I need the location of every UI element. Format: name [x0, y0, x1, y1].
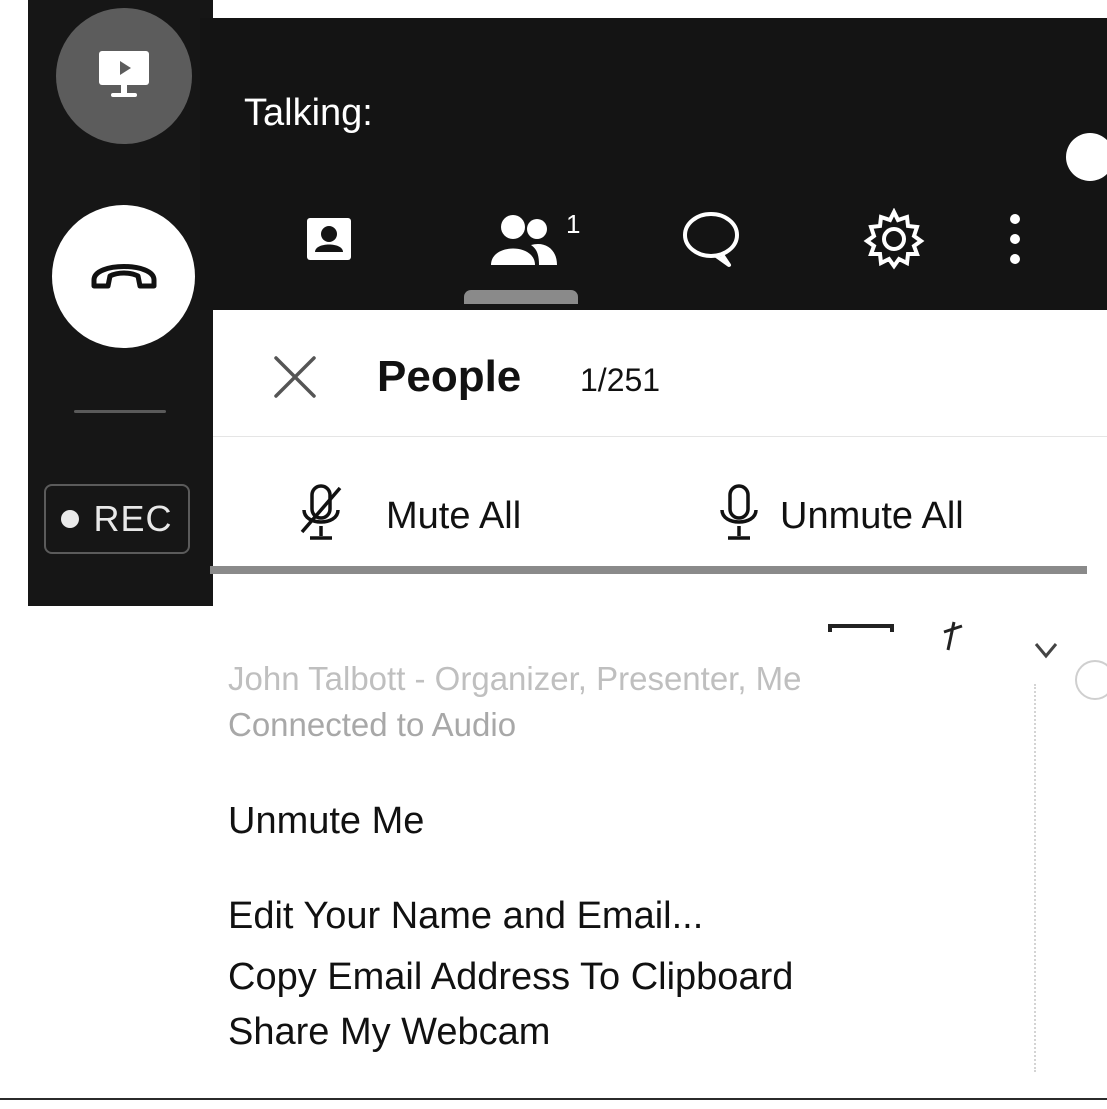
talking-label: Talking: [244, 92, 373, 134]
menu-border [1034, 684, 1038, 1072]
window-resize-handle[interactable] [1066, 133, 1107, 181]
chevron-down-icon[interactable] [1032, 640, 1060, 667]
participant-count: 1/251 [580, 362, 661, 398]
menu-item-copy-email[interactable]: Copy Email Address To Clipboard [228, 956, 793, 999]
participant-name: John Talbott - Organizer, Presenter, Me [228, 660, 802, 697]
mute-all-button[interactable]: Mute All [296, 478, 596, 554]
unmute-all-button[interactable]: Unmute All [716, 478, 1016, 554]
tab-people[interactable] [478, 206, 570, 276]
more-vertical-icon [1008, 211, 1022, 272]
tab-settings[interactable] [858, 206, 930, 276]
participant-row-icons [828, 620, 988, 665]
menu-item-edit-name-email[interactable]: Edit Your Name and Email... [228, 895, 703, 938]
monitor-play-icon [95, 45, 153, 108]
scrollbar-thumb[interactable] [1075, 660, 1107, 700]
hang-up-button[interactable] [52, 205, 195, 348]
person-card-icon [303, 214, 355, 269]
gear-icon [863, 207, 925, 275]
actions-divider [210, 566, 1087, 574]
participant-status: Connected to Audio [228, 706, 517, 743]
people-count-badge: 1 [566, 209, 581, 239]
tab-video[interactable] [296, 206, 362, 276]
menu-item-share-webcam[interactable]: Share My Webcam [228, 1011, 550, 1054]
page-title: People [377, 352, 522, 401]
close-panel-button[interactable] [268, 350, 322, 404]
divider [213, 436, 1107, 437]
record-label: REC [93, 498, 173, 539]
bottom-border [0, 1098, 1107, 1100]
more-options-button[interactable] [1000, 206, 1030, 276]
phone-hangup-icon [88, 254, 160, 299]
record-dot-icon [61, 510, 80, 528]
close-icon [268, 356, 322, 408]
tab-chat[interactable] [672, 206, 750, 276]
active-tab-indicator [464, 290, 578, 304]
chat-bubble-icon [679, 209, 743, 274]
record-button[interactable]: REC [44, 484, 190, 554]
people-icon [487, 211, 561, 272]
menu-item-unmute-me[interactable]: Unmute Me [228, 800, 424, 843]
share-screen-button[interactable] [56, 8, 192, 144]
rail-divider [74, 410, 166, 413]
mic-icon [716, 482, 762, 551]
unmute-all-label: Unmute All [780, 494, 964, 537]
mute-all-label: Mute All [386, 494, 522, 537]
mic-off-icon [296, 482, 346, 551]
